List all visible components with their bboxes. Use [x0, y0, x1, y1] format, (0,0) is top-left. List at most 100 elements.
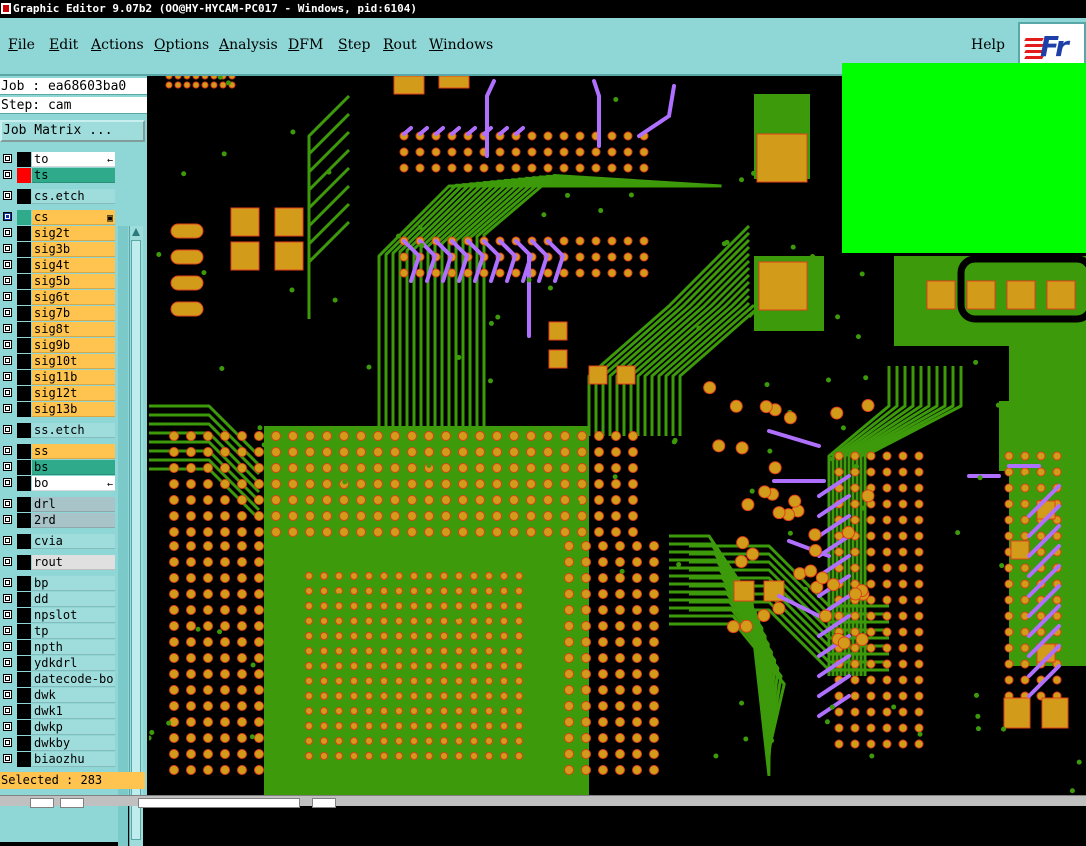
- layer-name[interactable]: biaozhu: [32, 752, 115, 767]
- layer-row-to[interactable]: to ←: [0, 152, 118, 167]
- layer-checkbox[interactable]: [3, 404, 12, 413]
- layer-color-swatch[interactable]: [17, 386, 31, 401]
- layer-row-ss[interactable]: ss: [0, 444, 118, 459]
- layer-row-ydkdrl[interactable]: ydkdrl: [0, 656, 118, 671]
- layer-name[interactable]: ydkdrl: [32, 656, 115, 671]
- layer-name[interactable]: bo ←: [32, 476, 115, 491]
- layer-color-swatch[interactable]: [17, 720, 31, 735]
- layer-row-dwkp[interactable]: dwkp: [0, 720, 118, 735]
- layer-name[interactable]: sig3b: [32, 242, 115, 257]
- layer-row-ss.etch[interactable]: ss.etch: [0, 423, 118, 438]
- layer-row-dwk1[interactable]: dwk1: [0, 704, 118, 719]
- layer-row-cs.etch[interactable]: cs.etch: [0, 189, 118, 204]
- layer-checkbox[interactable]: [3, 690, 12, 699]
- layer-color-swatch[interactable]: [17, 476, 31, 491]
- layer-checkbox[interactable]: [3, 212, 12, 221]
- layer-name[interactable]: bp: [32, 576, 115, 591]
- layer-row-bo[interactable]: bo ←: [0, 476, 118, 491]
- layer-name[interactable]: sig7b: [32, 306, 115, 321]
- scroll-up-icon[interactable]: [132, 228, 140, 236]
- layer-name[interactable]: sig4t: [32, 258, 115, 273]
- layer-row-cvia[interactable]: cvia: [0, 534, 118, 549]
- layer-checkbox[interactable]: [3, 578, 12, 587]
- layer-color-swatch[interactable]: [17, 592, 31, 607]
- layer-row-sig9b[interactable]: sig9b: [0, 338, 118, 353]
- layer-name[interactable]: sig12t: [32, 386, 115, 401]
- layer-color-swatch[interactable]: [17, 624, 31, 639]
- layer-name[interactable]: dd: [32, 592, 115, 607]
- layer-name[interactable]: drl: [32, 497, 115, 512]
- layer-color-swatch[interactable]: [17, 152, 31, 167]
- layer-color-swatch[interactable]: [17, 672, 31, 687]
- layer-row-bp[interactable]: bp: [0, 576, 118, 591]
- layer-name[interactable]: dwk: [32, 688, 115, 703]
- layer-row-sig8t[interactable]: sig8t: [0, 322, 118, 337]
- layer-color-swatch[interactable]: [17, 460, 31, 475]
- menu-analysis[interactable]: Analysis: [219, 37, 278, 53]
- menu-file[interactable]: File: [8, 37, 35, 53]
- layer-row-sig13b[interactable]: sig13b: [0, 402, 118, 417]
- layer-row-ts[interactable]: ts: [0, 168, 118, 183]
- layer-name[interactable]: sig13b: [32, 402, 115, 417]
- layer-row-2rd[interactable]: 2rd: [0, 513, 118, 528]
- layer-color-swatch[interactable]: [17, 370, 31, 385]
- layer-row-rout[interactable]: rout: [0, 555, 118, 570]
- layer-checkbox[interactable]: [3, 170, 12, 179]
- app-icon[interactable]: [1, 3, 11, 14]
- layer-row-sig5b[interactable]: sig5b: [0, 274, 118, 289]
- layer-color-swatch[interactable]: [17, 274, 31, 289]
- layer-color-swatch[interactable]: [17, 656, 31, 671]
- layer-row-dd[interactable]: dd: [0, 592, 118, 607]
- layer-checkbox[interactable]: [3, 706, 12, 715]
- layer-name[interactable]: 2rd: [32, 513, 115, 528]
- layer-name[interactable]: bs: [32, 460, 115, 475]
- layer-checkbox[interactable]: [3, 642, 12, 651]
- layer-color-swatch[interactable]: [17, 258, 31, 273]
- layer-row-npth[interactable]: npth: [0, 640, 118, 655]
- layer-color-swatch[interactable]: [17, 704, 31, 719]
- layer-name[interactable]: sig6t: [32, 290, 115, 305]
- layer-checkbox[interactable]: [3, 324, 12, 333]
- layer-name[interactable]: rout: [32, 555, 115, 570]
- job-matrix-button[interactable]: Job Matrix ...: [0, 120, 145, 142]
- layer-checkbox[interactable]: [3, 738, 12, 747]
- layer-checkbox[interactable]: [3, 446, 12, 455]
- layer-color-swatch[interactable]: [17, 354, 31, 369]
- layer-name[interactable]: ts: [32, 168, 115, 183]
- layer-row-sig4t[interactable]: sig4t: [0, 258, 118, 273]
- layer-color-swatch[interactable]: [17, 168, 31, 183]
- layer-color-swatch[interactable]: [17, 513, 31, 528]
- layer-name[interactable]: sig5b: [32, 274, 115, 289]
- layer-checkbox[interactable]: [3, 154, 12, 163]
- layer-name[interactable]: cs ▣: [32, 210, 115, 225]
- layer-checkbox[interactable]: [3, 308, 12, 317]
- layer-checkbox[interactable]: [3, 658, 12, 667]
- layer-name[interactable]: sig8t: [32, 322, 115, 337]
- layer-row-npslot[interactable]: npslot: [0, 608, 118, 623]
- layer-checkbox[interactable]: [3, 722, 12, 731]
- layer-row-bs[interactable]: bs: [0, 460, 118, 475]
- layer-checkbox[interactable]: [3, 478, 12, 487]
- layer-row-sig2t[interactable]: sig2t: [0, 226, 118, 241]
- layer-checkbox[interactable]: [3, 462, 12, 471]
- layer-checkbox[interactable]: [3, 228, 12, 237]
- layer-color-swatch[interactable]: [17, 555, 31, 570]
- layer-name[interactable]: cvia: [32, 534, 115, 549]
- layer-name[interactable]: sig10t: [32, 354, 115, 369]
- layer-row-sig7b[interactable]: sig7b: [0, 306, 118, 321]
- layer-color-swatch[interactable]: [17, 576, 31, 591]
- layer-color-swatch[interactable]: [17, 322, 31, 337]
- layer-checkbox[interactable]: [3, 356, 12, 365]
- layer-checkbox[interactable]: [3, 594, 12, 603]
- layer-name[interactable]: cs.etch: [32, 189, 115, 204]
- layer-row-drl[interactable]: drl: [0, 497, 118, 512]
- layer-name[interactable]: datecode-bo: [32, 672, 115, 687]
- layer-color-swatch[interactable]: [17, 497, 31, 512]
- layer-checkbox[interactable]: [3, 754, 12, 763]
- layer-row-sig6t[interactable]: sig6t: [0, 290, 118, 305]
- layer-row-datecode-bo[interactable]: datecode-bo: [0, 672, 118, 687]
- layer-row-sig10t[interactable]: sig10t: [0, 354, 118, 369]
- layer-checkbox[interactable]: [3, 292, 12, 301]
- layer-checkbox[interactable]: [3, 610, 12, 619]
- layer-color-swatch[interactable]: [17, 534, 31, 549]
